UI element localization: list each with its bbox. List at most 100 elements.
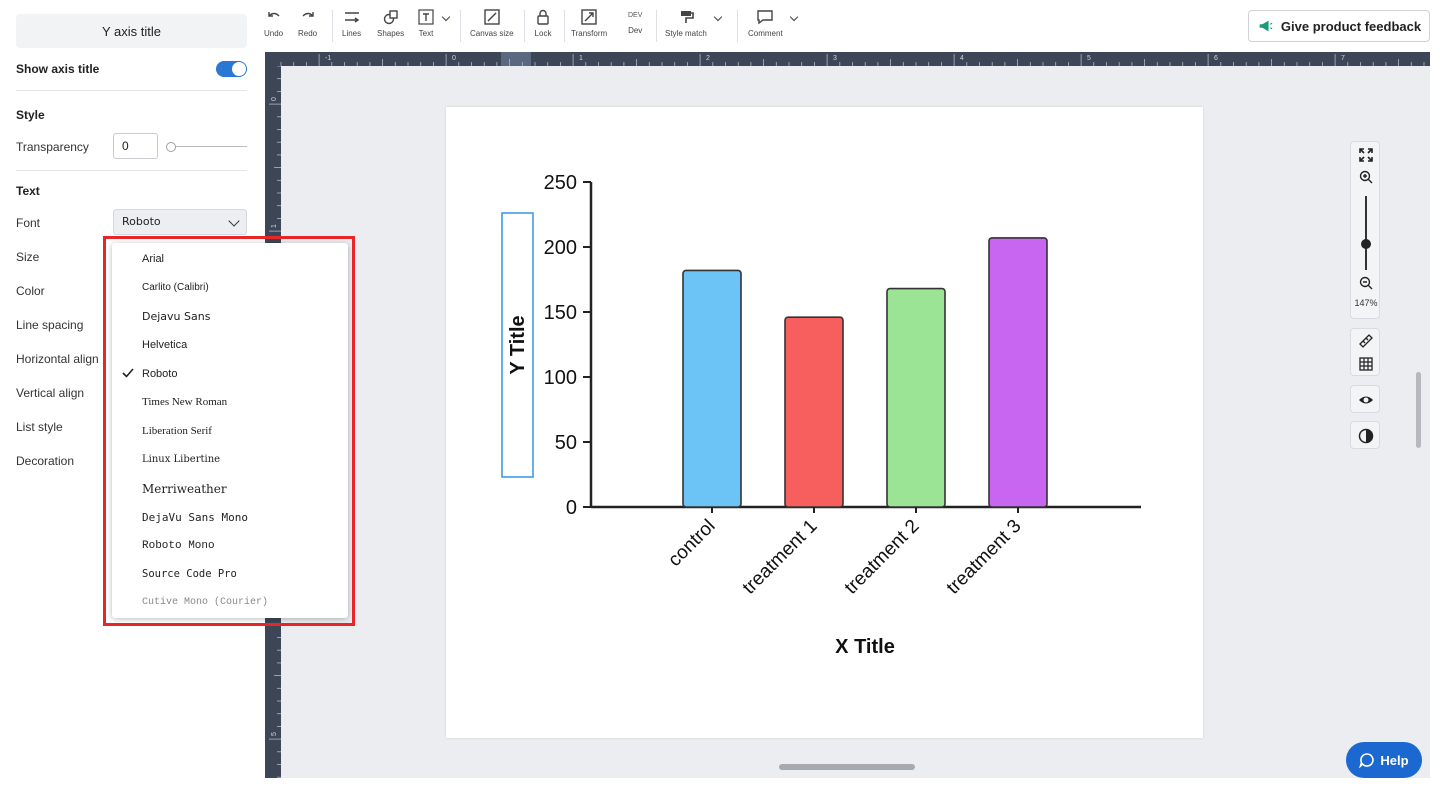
horizontal-scrollbar[interactable] [779,764,915,770]
ruler-label: 6 [1214,55,1218,62]
ruler-label: 2 [706,55,710,62]
ruler-top-ticks: -1 0 1 2 3 4 5 6 7 [280,54,1425,66]
style-match-icon [680,11,694,23]
zoom-slider-track[interactable] [1365,196,1367,270]
contrast-icon [1358,428,1374,444]
comment-button[interactable]: Comment [748,8,783,38]
chart-page[interactable]: 0 50 100 150 200 250 control treatment 1 treatme… [446,107,1203,738]
chat-bubble-icon [1359,753,1375,768]
megaphone-icon [1259,20,1273,32]
size-label: Size [16,250,40,264]
toolbar-divider [332,10,333,42]
y-tick-label: 250 [544,172,577,194]
y-tick-label: 200 [544,237,577,259]
zoom-slider-thumb[interactable] [1361,239,1371,249]
annotation-highlight-box [103,236,355,626]
font-select[interactable]: Roboto [113,209,247,235]
zoom-out-icon[interactable] [1359,276,1373,290]
feedback-label: Give product feedback [1280,18,1422,34]
transform-button[interactable]: Transform [571,8,607,38]
preview-toggle[interactable] [1350,385,1380,413]
ruler-top[interactable]: -1 0 1 2 3 4 5 6 7 [265,52,1430,66]
transparency-input[interactable]: 0 [113,133,158,159]
transparency-slider-thumb[interactable] [166,142,176,152]
chevron-down-icon[interactable] [713,12,723,22]
x-tick-label: treatment 2 [841,516,924,599]
y-tick-label: 100 [544,367,577,389]
list-style-label: List style [16,420,63,434]
redo-icon [302,12,314,17]
dev-button[interactable]: DEV Dev [628,8,642,35]
grid-icon[interactable] [1358,356,1374,372]
bar-chart: 050100150200250control treatment 1 treatme… [501,172,1141,658]
toolbar: Undo Redo Lines Shapes Text Canvas size … [262,0,1440,50]
transform-icon [581,9,597,25]
undo-label: Undo [264,29,284,38]
ruler-icon[interactable] [1358,333,1374,349]
text-label: Text [418,29,434,38]
canvas-size-icon [484,9,500,25]
shapes-label: Shapes [377,29,405,38]
transparency-slider-track[interactable] [170,146,247,147]
dev-icon: DEV [628,12,643,19]
ruler-label: 7 [1341,55,1345,62]
show-axis-title-toggle[interactable] [216,61,247,77]
ruler-label: 3 [833,55,837,62]
undo-button[interactable]: Undo [264,8,283,38]
ruler-label: 5 [1087,55,1091,62]
bar-treatment-2 [886,287,946,508]
text-icon [418,9,434,25]
x-tick-label: treatment 1 [739,516,822,599]
chevron-down-icon [228,215,240,227]
zoom-in-icon[interactable] [1359,170,1373,184]
ruler-label: 0 [271,97,278,101]
panel-title: Y axis title [16,14,247,48]
fit-screen-icon[interactable] [1359,148,1373,162]
y-tick-label: 150 [544,302,577,324]
chevron-down-icon[interactable] [441,12,451,22]
shapes-icon [383,10,398,25]
bar-treatment-1 [784,316,844,508]
ruler-label: 5 [271,732,278,736]
style-section-title: Style [16,108,45,122]
lines-label: Lines [342,29,362,38]
help-label: Help [1380,752,1409,768]
dev-label: Dev [628,26,643,35]
help-button[interactable]: Help [1346,742,1422,778]
font-label: Font [16,216,41,230]
bar-control [682,269,742,508]
vertical-scrollbar[interactable] [1416,372,1421,448]
zoom-level: 147% [1354,298,1378,308]
toolbar-divider [737,10,738,42]
give-feedback-button[interactable]: Give product feedback [1248,10,1430,42]
eye-icon [1359,396,1373,404]
lock-button[interactable]: Lock [534,8,552,38]
comment-label: Comment [748,29,783,38]
lock-icon [537,9,549,25]
shapes-button[interactable]: Shapes [377,8,404,38]
x-tick-label: control [664,516,719,571]
font-select-value: Roboto [122,215,161,228]
ruler-label: 1 [271,224,278,228]
y-tick-label: 50 [555,432,577,454]
canvas-size-button[interactable]: Canvas size [470,8,514,38]
x-axis-title: X Title [835,636,895,658]
view-tools [1350,328,1380,376]
lines-button[interactable]: Lines [342,8,361,38]
y-axis-title: Y Title [507,315,529,374]
x-tick-label: treatment 3 [943,516,1026,599]
redo-button[interactable]: Redo [298,8,317,38]
toolbar-divider [460,10,461,42]
redo-label: Redo [298,29,318,38]
ruler-label: -1 [325,55,331,62]
vertical-align-label: Vertical align [16,386,85,400]
toolbar-divider [564,10,565,42]
y-tick-label: 0 [566,497,577,519]
contrast-toggle[interactable] [1350,421,1380,449]
lines-icon [344,12,359,23]
text-button[interactable]: Text [417,8,435,38]
chevron-down-icon[interactable] [789,12,799,22]
transform-label: Transform [571,29,608,38]
show-axis-title-label: Show axis title [16,62,100,76]
style-match-button[interactable]: Style match [665,8,707,38]
